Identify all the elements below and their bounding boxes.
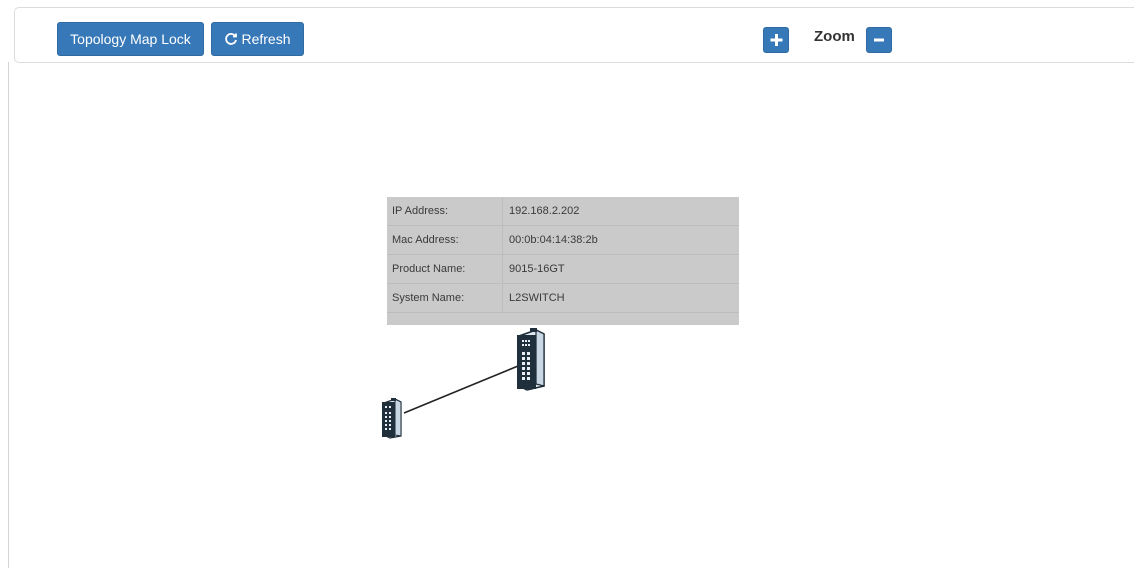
refresh-label: Refresh (241, 31, 291, 47)
topology-map-lock-button[interactable]: Topology Map Lock (57, 22, 204, 56)
system-name-value: L2SWITCH (509, 292, 565, 304)
refresh-button[interactable]: Refresh (211, 22, 304, 56)
info-row-mac: Mac Address: 00:0b:04:14:38:2b (387, 226, 739, 255)
toolbar: Topology Map Lock Refresh Zoom (14, 7, 1134, 63)
zoom-label: Zoom (814, 28, 855, 45)
refresh-icon (224, 25, 238, 57)
switch-icon[interactable] (517, 328, 545, 391)
row-separator (502, 197, 503, 225)
mac-address-value: 00:0b:04:14:38:2b (509, 234, 598, 246)
zoom-out-button[interactable] (866, 27, 892, 53)
info-row-ip: IP Address: 192.168.2.202 (387, 197, 739, 226)
row-separator (502, 226, 503, 254)
device-info-tooltip: IP Address: 192.168.2.202 Mac Address: 0… (387, 197, 739, 325)
info-row-system: System Name: L2SWITCH (387, 284, 739, 313)
zoom-in-button[interactable] (763, 27, 789, 53)
ip-address-label: IP Address: (392, 205, 449, 217)
topology-map-lock-label: Topology Map Lock (70, 31, 191, 47)
minus-icon (874, 38, 884, 42)
system-name-label: System Name: (392, 292, 465, 304)
mac-address-label: Mac Address: (392, 234, 459, 246)
ip-address-value: 192.168.2.202 (509, 205, 580, 217)
row-separator (502, 284, 503, 312)
info-row-product: Product Name: 9015-16GT (387, 255, 739, 284)
row-separator (502, 255, 503, 283)
product-name-value: 9015-16GT (509, 263, 565, 275)
topology-link (403, 365, 519, 414)
content-border (8, 62, 9, 568)
topology-page: Topology Map Lock Refresh Zoom IP Addres… (0, 0, 1134, 568)
product-name-label: Product Name: (392, 263, 466, 275)
switch-icon[interactable] (382, 398, 402, 439)
plus-icon (770, 34, 783, 46)
